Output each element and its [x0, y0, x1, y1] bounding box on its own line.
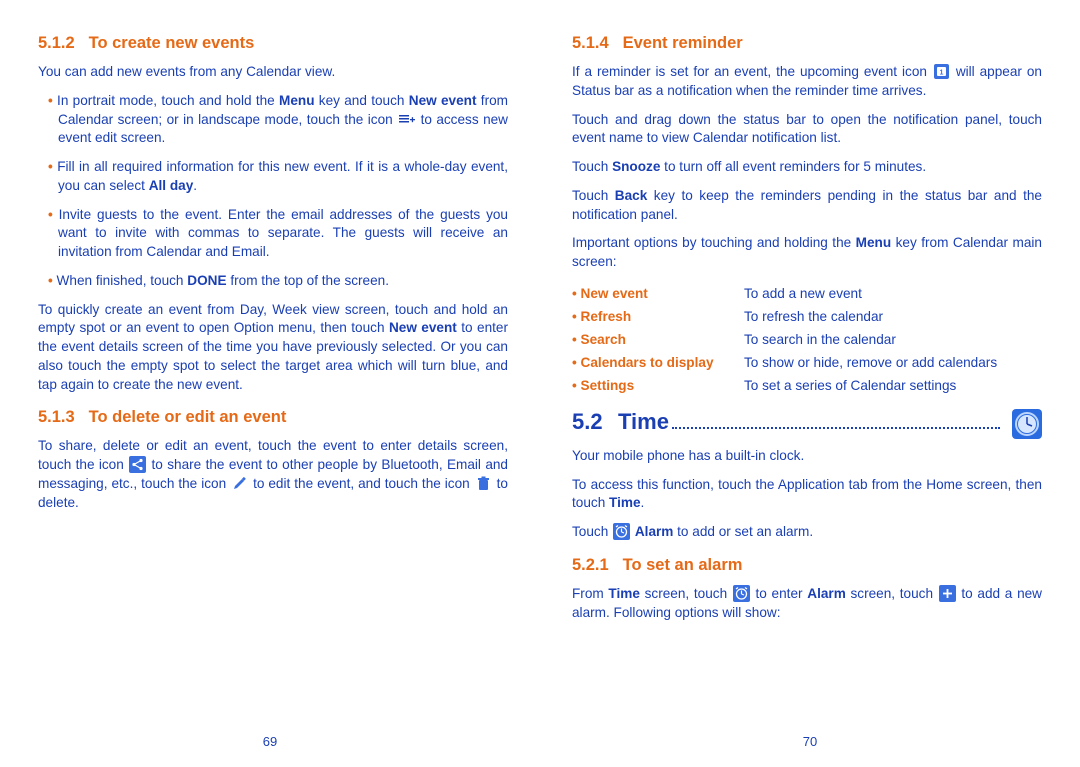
page-number: 70 [803, 734, 817, 749]
paragraph: Important options by touching and holdin… [572, 234, 1042, 272]
section-title: Time [618, 409, 669, 435]
option-label: Settings [572, 374, 744, 397]
clock-app-icon [1012, 409, 1042, 439]
section-number: 5.1.2 [38, 34, 84, 53]
option-label: New event [572, 282, 744, 305]
section-number: 5.1.3 [38, 408, 84, 427]
list-item: When finished, touch DONE from the top o… [48, 272, 508, 291]
paragraph: If a reminder is set for an event, the u… [572, 63, 1042, 101]
list-item: In portrait mode, touch and hold the Men… [48, 92, 508, 148]
section-title: To delete or edit an event [89, 408, 287, 426]
table-row: New eventTo add a new event [572, 282, 1042, 305]
leader-dots [672, 427, 1000, 429]
option-desc: To refresh the calendar [744, 305, 1042, 328]
list-item: Fill in all required information for thi… [48, 158, 508, 196]
page-number: 69 [263, 734, 277, 749]
alarm-clock-icon [613, 523, 630, 540]
paragraph: Touch Snooze to turn off all event remin… [572, 158, 1042, 177]
option-desc: To show or hide, remove or add calendars [744, 351, 1042, 374]
option-desc: To set a series of Calendar settings [744, 374, 1042, 397]
notification-icon: 1 [933, 63, 950, 80]
share-icon [129, 456, 146, 473]
option-desc: To search in the calendar [744, 328, 1042, 351]
option-desc: To add a new event [744, 282, 1042, 305]
instruction-list: In portrait mode, touch and hold the Men… [38, 92, 508, 291]
page-70: 5.1.4 Event reminder If a reminder is se… [540, 0, 1080, 767]
heading-5-2-1: 5.2.1 To set an alarm [572, 556, 1042, 575]
heading-5-1-3: 5.1.3 To delete or edit an event [38, 408, 508, 427]
paragraph: To share, delete or edit an event, touch… [38, 437, 508, 512]
heading-5-2: 5.2 Time [572, 409, 1042, 439]
paragraph: Touch Back key to keep the reminders pen… [572, 187, 1042, 225]
edit-icon [231, 475, 248, 492]
option-label: Search [572, 328, 744, 351]
plus-icon [939, 585, 956, 602]
page-69: 5.1.2 To create new events You can add n… [0, 0, 540, 767]
paragraph: Touch and drag down the status bar to op… [572, 111, 1042, 149]
paragraph: To access this function, touch the Appli… [572, 476, 1042, 514]
list-plus-icon [398, 110, 415, 127]
table-row: SearchTo search in the calendar [572, 328, 1042, 351]
heading-5-1-2: 5.1.2 To create new events [38, 34, 508, 53]
menu-options-table: New eventTo add a new event RefreshTo re… [572, 282, 1042, 397]
option-label: Calendars to display [572, 351, 744, 374]
section-title: To create new events [89, 34, 255, 52]
section-number: 5.2 [572, 409, 618, 435]
section-title: Event reminder [623, 34, 743, 52]
paragraph: Your mobile phone has a built-in clock. [572, 447, 1042, 466]
table-row: RefreshTo refresh the calendar [572, 305, 1042, 328]
option-label: Refresh [572, 305, 744, 328]
svg-text:1: 1 [939, 69, 943, 76]
paragraph: From Time screen, touch to enter Alarm s… [572, 585, 1042, 623]
intro-text: You can add new events from any Calendar… [38, 63, 508, 82]
heading-5-1-4: 5.1.4 Event reminder [572, 34, 1042, 53]
section-number: 5.2.1 [572, 556, 618, 575]
section-number: 5.1.4 [572, 34, 618, 53]
paragraph: Touch Alarm to add or set an alarm. [572, 523, 1042, 542]
table-row: Calendars to displayTo show or hide, rem… [572, 351, 1042, 374]
table-row: SettingsTo set a series of Calendar sett… [572, 374, 1042, 397]
trash-icon [475, 475, 492, 492]
list-item: Invite guests to the event. Enter the em… [48, 206, 508, 262]
manual-spread: 5.1.2 To create new events You can add n… [0, 0, 1080, 767]
paragraph: To quickly create an event from Day, Wee… [38, 301, 508, 395]
alarm-clock-icon [733, 585, 750, 602]
section-title: To set an alarm [623, 556, 743, 574]
